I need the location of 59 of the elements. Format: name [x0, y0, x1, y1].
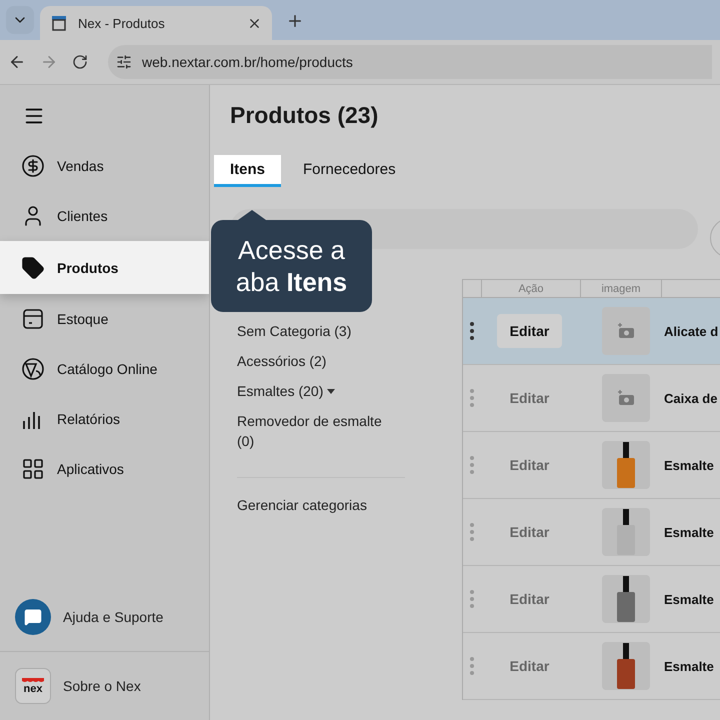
- sidebar-item[interactable]: Catálogo Online: [0, 344, 209, 394]
- tab[interactable]: Itens: [214, 155, 282, 187]
- sidebar-item[interactable]: Relatórios: [0, 394, 209, 444]
- edit-button[interactable]: Editar: [497, 649, 562, 683]
- catalog-icon: [21, 357, 45, 381]
- bottle-picture: [602, 508, 650, 556]
- page-title: Produtos (23): [230, 102, 380, 129]
- column-header: imagem: [581, 280, 662, 297]
- manage-categories-link[interactable]: Gerenciar categorias: [237, 495, 397, 515]
- table-row[interactable]: Editar Alicate d: [463, 298, 720, 365]
- product-name: Esmalte: [664, 658, 714, 674]
- browser-tab[interactable]: Nex - Produtos: [40, 6, 272, 40]
- add-photo-icon: [602, 307, 650, 355]
- category-link[interactable]: Removedor de esmalte (0): [237, 411, 397, 451]
- url-text[interactable]: web.nextar.com.br/home/products: [142, 54, 353, 70]
- sidebar-item[interactable]: Aplicativos: [0, 444, 209, 494]
- new-tab-button[interactable]: [286, 12, 304, 30]
- category-link[interactable]: Esmaltes (20): [237, 381, 397, 401]
- box-icon: [21, 307, 45, 331]
- table-row[interactable]: Editar Esmalte: [463, 633, 720, 700]
- bottle-picture: [602, 575, 650, 623]
- edit-button[interactable]: Editar: [497, 314, 562, 348]
- product-name: Esmalte: [664, 458, 714, 472]
- edit-button[interactable]: Editar: [497, 381, 562, 415]
- back-button[interactable]: [8, 53, 26, 71]
- bottle-picture: [602, 642, 650, 690]
- tooltip-text: Acesse a aba Itens: [234, 234, 348, 298]
- add-photo-icon: [602, 374, 650, 422]
- reload-button[interactable]: [72, 54, 88, 70]
- product-name: Esmalte: [664, 524, 714, 540]
- product-name: Caixa de: [664, 390, 718, 406]
- bottle-picture: [602, 441, 650, 489]
- grid-icon: [21, 457, 45, 481]
- sidebar-item[interactable]: Produtos: [0, 241, 209, 294]
- table-row[interactable]: Editar Esmalte: [463, 499, 720, 566]
- product-name: Alicate d: [664, 324, 718, 338]
- tag-icon: [21, 256, 45, 280]
- help-link[interactable]: Ajuda e Suporte: [0, 583, 209, 651]
- category-link[interactable]: Acessórios (2): [237, 351, 397, 371]
- column-header: Ação: [482, 280, 581, 297]
- sidebar-item[interactable]: Estoque: [0, 294, 209, 344]
- edit-button[interactable]: Editar: [497, 448, 562, 482]
- edit-button[interactable]: Editar: [497, 582, 562, 616]
- table-row[interactable]: Editar Esmalte: [463, 566, 720, 633]
- table-row[interactable]: Editar Caixa de: [463, 365, 720, 432]
- site-settings-icon[interactable]: [116, 54, 132, 70]
- about-link[interactable]: nex Sobre o Nex: [0, 652, 209, 720]
- logo-icon: nex: [15, 668, 51, 704]
- category-link[interactable]: Sem Categoria (3): [237, 321, 397, 341]
- sidebar-item[interactable]: Clientes: [0, 191, 209, 241]
- dollar-icon: [21, 154, 45, 178]
- edit-button[interactable]: Editar: [497, 515, 562, 549]
- sidebar-item[interactable]: Vendas: [0, 141, 209, 191]
- store-icon: [50, 14, 68, 32]
- table-row[interactable]: Editar Esmalte: [463, 432, 720, 499]
- tab[interactable]: Fornecedores: [287, 155, 412, 187]
- chat-icon: [15, 599, 51, 635]
- tab-title: Nex - Produtos: [78, 16, 166, 30]
- product-name: Esmalte: [664, 592, 714, 606]
